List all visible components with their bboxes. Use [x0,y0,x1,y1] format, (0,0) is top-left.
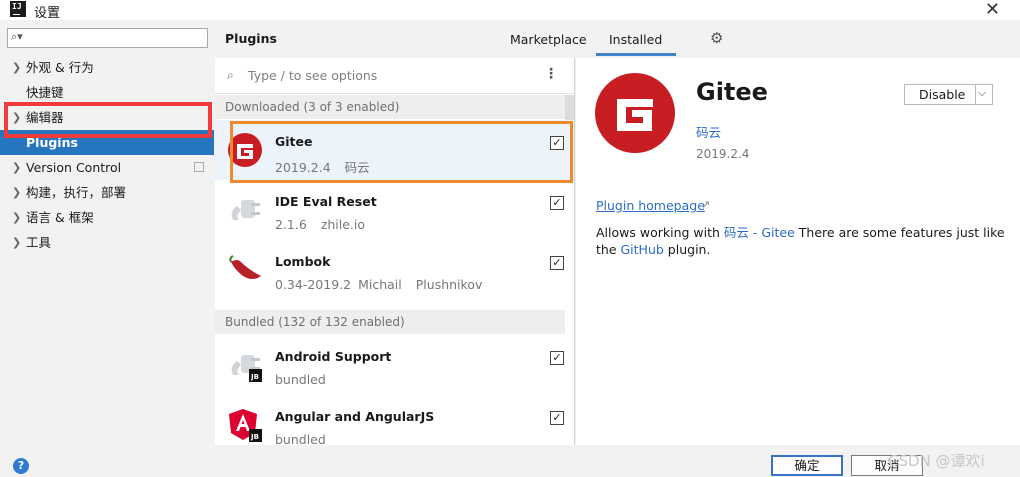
plugin-enabled-checkbox[interactable]: ✓ [550,256,564,270]
sidebar-item-languages[interactable]: ❯ 语言 & 框架 [0,205,214,230]
watermark: CSDN @谭欢i [888,452,985,470]
sidebar-item-label: 快捷键 [26,85,64,100]
search-icon: ⌕▾ [11,30,23,43]
plugin-name: Gitee [275,134,313,149]
plugin-vendor-link[interactable]: 码云 [696,122,721,141]
section-header-downloaded: Downloaded (3 of 3 enabled) [215,95,565,119]
plug-icon [231,200,260,220]
plugin-row-gitee[interactable]: Gitee 2019.2.4 码云 ✓ [215,120,574,180]
sidebar-item-label: Version Control [26,160,122,175]
plugin-name: Angular and AngularJS [275,409,435,424]
ok-button[interactable]: 确定 [771,455,843,476]
sidebar-item-tools[interactable]: ❯ 工具 [0,230,214,255]
plugin-meta: bundled [275,432,326,445]
disable-button-label: Disable [919,87,966,102]
plugin-title: Gitee [696,78,768,106]
plugin-enabled-checkbox[interactable]: ✓ [550,411,564,425]
sidebar-item-appearance[interactable]: ❯ 外观 & 行为 [0,55,214,80]
external-link-icon: ↗ [701,198,711,211]
sidebar-item-label: 工具 [26,235,52,250]
chevron-right-icon: ❯ [12,186,22,199]
chevron-right-icon: ❯ [12,211,22,224]
settings-sidebar: ⌕▾ ❯ 外观 & 行为 快捷键 ❯ 编辑器 Plugins ❯ Version… [0,20,214,445]
plugin-homepage-link[interactable]: Plugin homepage [596,198,705,213]
plugin-meta: 2.1.6 zhile.io [275,217,366,232]
sidebar-item-label: 语言 & 框架 [26,210,94,225]
section-header-bundled: Bundled (132 of 132 enabled) [215,310,565,334]
sidebar-item-label: 外观 & 行为 [26,60,94,75]
intellij-app-icon: IJ [10,1,26,17]
plug-jb-icon: JB [231,355,262,382]
gitee-link[interactable]: 码云 - Gitee [724,225,795,240]
plugin-search-input[interactable]: ⌕ Type / to see options ⋮ [215,58,574,94]
plugin-meta: 0.34-2019.2 Michail Plushnikov [275,277,483,292]
svg-text:JB: JB [250,373,259,381]
plugin-row-ide-eval-reset[interactable]: IDE Eval Reset 2.1.6 zhile.io ✓ [215,180,574,240]
github-link[interactable]: GitHub [621,242,664,257]
chevron-right-icon: ❯ [12,236,22,249]
button-separator [975,85,976,104]
plugin-detail-panel: Gitee 码云 2019.2.4 Disable ⌵ Plugin homep… [576,58,1020,445]
disable-button[interactable]: Disable ⌵ [904,84,993,105]
chevron-right-icon: ❯ [12,161,22,174]
plugin-name: Android Support [275,349,392,364]
sidebar-item-keymap[interactable]: 快捷键 [0,80,214,105]
plugin-name: Lombok [275,254,331,269]
gear-icon[interactable]: ⚙ [710,29,723,47]
plugin-enabled-checkbox[interactable]: ✓ [550,196,564,210]
plugin-name: IDE Eval Reset [275,194,377,209]
angular-icon: JB [229,409,262,442]
plugin-meta: bundled [275,372,326,387]
sidebar-item-label: 构建，执行，部署 [26,185,127,200]
plugin-enabled-checkbox[interactable]: ✓ [550,136,564,150]
active-tab-indicator [596,53,676,56]
gitee-icon [228,133,262,167]
chevron-down-icon[interactable]: ⌵ [978,86,986,100]
search-icon: ⌕ [227,68,234,82]
plugin-enabled-checkbox[interactable]: ✓ [550,351,564,365]
gitee-logo-icon [595,73,675,153]
plugin-row-angular[interactable]: JB Angular and AngularJS bundled ✓ [215,395,574,445]
chevron-right-icon: ❯ [12,111,22,124]
chevron-right-icon: ❯ [12,61,22,74]
page-title: Plugins [225,31,277,46]
tab-marketplace[interactable]: Marketplace [510,32,587,47]
svg-text:JB: JB [250,433,259,441]
search-placeholder: Type / to see options [248,68,378,83]
title-bar: IJ 设置 ✕ [0,0,1020,21]
help-icon[interactable]: ? [13,458,29,474]
sidebar-item-label: Plugins [26,135,78,150]
sidebar-item-version-control[interactable]: ❯ Version Control [0,155,214,180]
sidebar-item-build[interactable]: ❯ 构建，执行，部署 [0,180,214,205]
tab-installed[interactable]: Installed [609,32,662,47]
sidebar-item-plugins[interactable]: Plugins [0,130,214,155]
plugin-row-lombok[interactable]: Lombok 0.34-2019.2 Michail Plushnikov ✓ [215,240,574,300]
plugin-meta: 2019.2.4 码云 [275,160,370,175]
close-icon[interactable]: ✕ [985,0,1000,20]
scrollbar-thumb[interactable] [565,95,574,123]
plugin-list: ⌕ Type / to see options ⋮ Downloaded (3 … [215,58,575,445]
window-title: 设置 [34,6,61,21]
more-options-icon[interactable]: ⋮ [544,66,558,82]
dialog-footer: ? 确定 取消 CSDN @谭欢i [0,445,1020,477]
project-level-icon [194,162,204,172]
plugin-row-android-support[interactable]: JB Android Support bundled ✓ [215,335,574,395]
sidebar-item-editor[interactable]: ❯ 编辑器 [0,105,214,130]
plugin-version: 2019.2.4 [696,147,750,161]
sidebar-search-input[interactable]: ⌕▾ [7,28,208,48]
plugin-description: Allows working with 码云 - Gitee There are… [596,225,1005,257]
chili-icon [229,255,261,279]
sidebar-item-label: 编辑器 [26,110,64,125]
